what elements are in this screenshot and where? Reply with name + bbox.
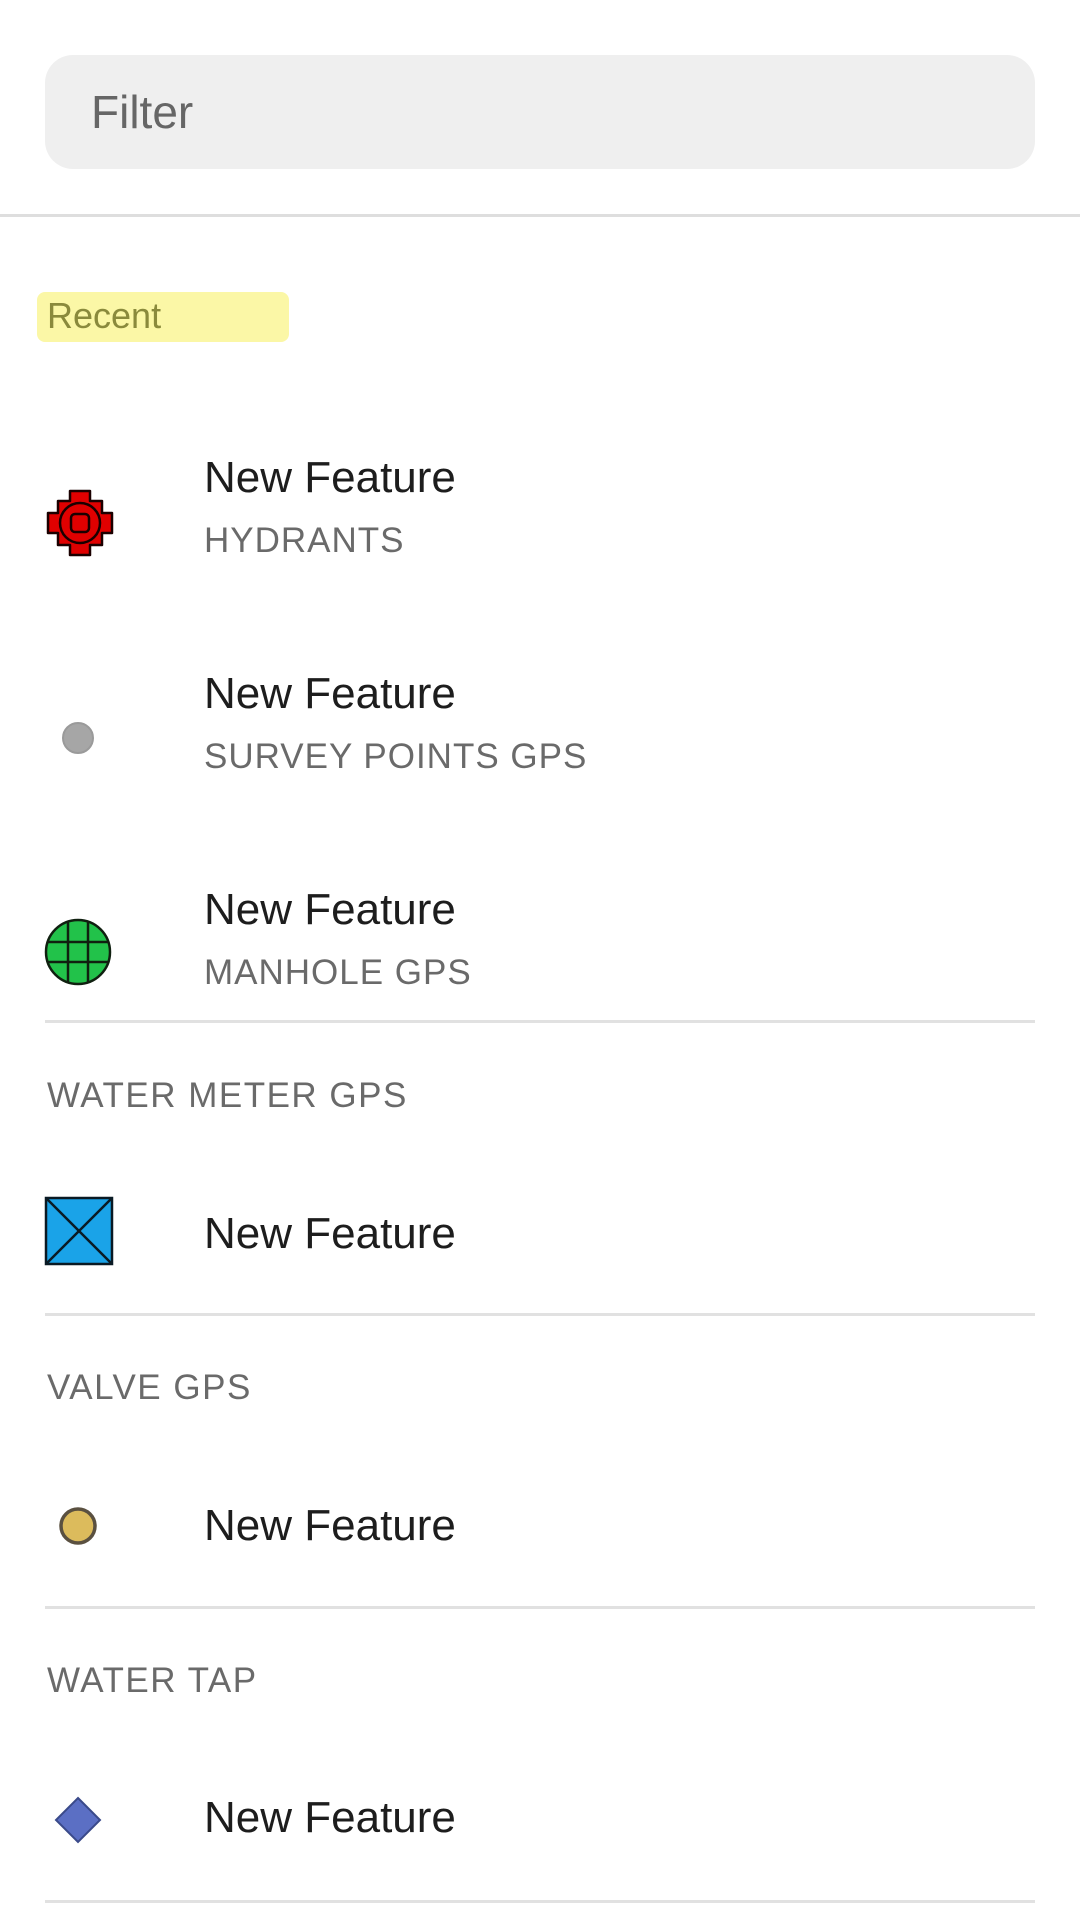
item-water-meter[interactable]: New Feature — [0, 1170, 1080, 1300]
header-divider — [0, 214, 1080, 217]
section-divider — [45, 1900, 1035, 1903]
section-divider — [45, 1020, 1035, 1023]
water-meter-icon — [40, 1192, 120, 1272]
item-layer: MANHOLE GPS — [204, 953, 472, 992]
item-title: New Feature — [204, 1501, 456, 1550]
water-tap-icon — [40, 1780, 120, 1860]
survey-point-icon — [40, 698, 120, 778]
section-header-valve: VALVE GPS — [47, 1368, 252, 1407]
item-title: New Feature — [204, 669, 456, 718]
section-header-water-meter: WATER METER GPS — [47, 1076, 408, 1115]
item-water-tap[interactable]: New Feature — [0, 1754, 1080, 1884]
item-valve[interactable]: New Feature — [0, 1462, 1080, 1592]
feature-template-picker: Recent New Feature HYDRANTS New Feature … — [0, 0, 1080, 1919]
recent-section-label: Recent — [47, 295, 162, 336]
manhole-icon — [40, 912, 120, 992]
hydrant-icon — [40, 483, 120, 563]
item-layer: HYDRANTS — [204, 521, 405, 560]
filter-input[interactable] — [45, 55, 1035, 169]
section-header-water-tap: WATER TAP — [47, 1661, 258, 1700]
item-title: New Feature — [204, 885, 456, 934]
valve-icon — [40, 1486, 120, 1566]
recent-item-hydrants[interactable]: New Feature HYDRANTS — [0, 420, 1080, 620]
section-divider — [45, 1313, 1035, 1316]
item-title: New Feature — [204, 1793, 456, 1842]
section-divider — [45, 1606, 1035, 1609]
item-layer: SURVEY POINTS GPS — [204, 737, 588, 776]
item-title: New Feature — [204, 453, 456, 502]
filter-field[interactable] — [45, 55, 1035, 169]
item-title: New Feature — [204, 1209, 456, 1258]
recent-item-survey-points[interactable]: New Feature SURVEY POINTS GPS — [0, 636, 1080, 836]
